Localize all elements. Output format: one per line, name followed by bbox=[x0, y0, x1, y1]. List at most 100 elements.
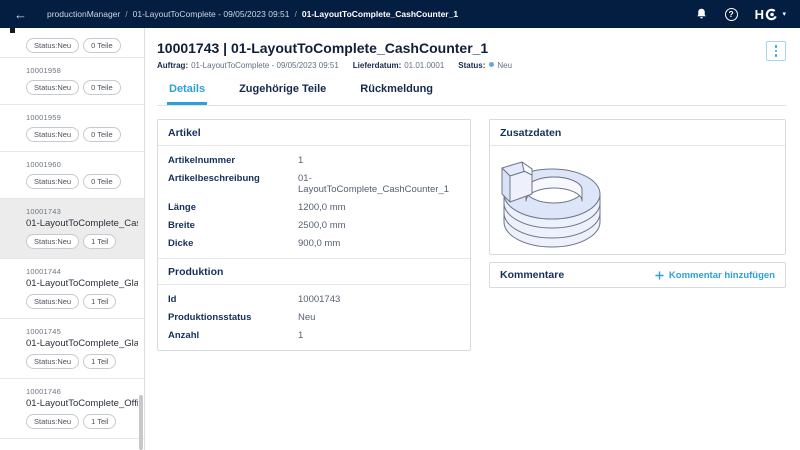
parts-badge: 0 Teile bbox=[83, 127, 121, 142]
row-label: Länge bbox=[168, 202, 298, 213]
breadcrumb: productionManager / 01-LayoutToComplete … bbox=[47, 9, 458, 19]
list-item[interactable]: 10001958 Status:Neu 0 Teile bbox=[0, 58, 144, 105]
status-badge: Status:Neu bbox=[26, 38, 79, 53]
list-item[interactable]: 10001746 01-LayoutToComplete_Offic... St… bbox=[0, 379, 144, 439]
plus-icon bbox=[655, 271, 664, 280]
list-item-partial[interactable]: Status:Neu 0 Teile bbox=[0, 28, 144, 58]
item-id: 10001959 bbox=[26, 113, 121, 122]
parts-badge: 1 Teil bbox=[83, 234, 116, 249]
status-value: Neu bbox=[497, 61, 512, 70]
status-dot-icon bbox=[489, 62, 494, 67]
parts-badge: 1 Teil bbox=[83, 294, 116, 309]
item-id: 10001958 bbox=[26, 66, 121, 75]
tab-zugehoerige-teile[interactable]: Zugehörige Teile bbox=[237, 83, 328, 105]
status-badge: Status:Neu bbox=[26, 414, 79, 429]
detail-row: Breite 2500,0 mm bbox=[158, 216, 470, 234]
page-title: 10001743 | 01-LayoutToComplete_CashCount… bbox=[157, 40, 786, 56]
parts-badge: 0 Teile bbox=[83, 80, 121, 95]
item-id: 10001746 bbox=[26, 387, 138, 396]
list-item-selected[interactable]: 10001743 01-LayoutToComplete_Cas... Stat… bbox=[0, 199, 144, 259]
zusatzdaten-card: Zusatzdaten bbox=[489, 119, 786, 255]
tab-details[interactable]: Details bbox=[167, 83, 207, 105]
breadcrumb-order[interactable]: 01-LayoutToComplete - 09/05/2023 09:51 bbox=[133, 9, 290, 19]
detail-row: Dicke 900,0 mm bbox=[158, 234, 470, 252]
row-value: 900,0 mm bbox=[298, 238, 340, 249]
list-item[interactable]: 10001745 01-LayoutToComplete_Glas... Sta… bbox=[0, 319, 144, 379]
row-label: Produktionsstatus bbox=[168, 312, 298, 323]
item-id: 10001960 bbox=[26, 160, 121, 169]
row-label: Artikelbeschreibung bbox=[168, 173, 298, 195]
row-value: 10001743 bbox=[298, 294, 340, 305]
detail-row: Artikelbeschreibung 01-LayoutToComplete_… bbox=[158, 169, 470, 198]
item-id: 10001745 bbox=[26, 327, 138, 336]
breadcrumb-current: 01-LayoutToComplete_CashCounter_1 bbox=[302, 9, 458, 19]
kebab-icon bbox=[775, 45, 777, 47]
section-title-produktion: Produktion bbox=[158, 258, 470, 285]
3d-preview-image bbox=[500, 154, 700, 249]
section-title-artikel: Artikel bbox=[158, 120, 470, 146]
parts-badge: 0 Teile bbox=[83, 38, 121, 53]
item-id: 10001743 bbox=[26, 207, 138, 216]
list-item[interactable]: 10001959 Status:Neu 0 Teile bbox=[0, 105, 144, 152]
detail-row: Artikelnummer 1 bbox=[158, 151, 470, 169]
status-badge: Status:Neu bbox=[26, 294, 79, 309]
detail-row: Id 10001743 bbox=[158, 290, 470, 308]
auftrag-label: Auftrag: bbox=[157, 61, 188, 70]
status-badge: Status:Neu bbox=[26, 354, 79, 369]
item-name: 01-LayoutToComplete_Cas... bbox=[26, 218, 138, 229]
row-label: Anzahl bbox=[168, 330, 298, 341]
row-label: Breite bbox=[168, 220, 298, 231]
chevron-down-icon: ▾ bbox=[782, 10, 786, 18]
parts-badge: 1 Teil bbox=[83, 414, 116, 429]
detail-tabs: Details Zugehörige Teile Rückmeldung bbox=[157, 83, 786, 106]
notifications-bell-icon[interactable] bbox=[695, 7, 708, 21]
row-value: 1 bbox=[298, 155, 303, 166]
status-badge: Status:Neu bbox=[26, 127, 79, 142]
status-label: Status: bbox=[458, 61, 485, 70]
status-badge: Status:Neu bbox=[26, 174, 79, 189]
account-logo-menu[interactable]: H ▾ bbox=[755, 7, 786, 22]
item-name: 01-LayoutToComplete_Glas... bbox=[26, 278, 138, 289]
status-badge: Status:Neu bbox=[26, 234, 79, 249]
list-item[interactable]: 10001960 Status:Neu 0 Teile bbox=[0, 152, 144, 199]
section-title-kommentare: Kommentare bbox=[500, 269, 564, 281]
breadcrumb-app[interactable]: productionManager bbox=[47, 9, 120, 19]
back-icon[interactable]: ← bbox=[10, 6, 31, 23]
row-value: 2500,0 mm bbox=[298, 220, 346, 231]
breadcrumb-separator: / bbox=[125, 9, 127, 19]
detail-row: Länge 1200,0 mm bbox=[158, 198, 470, 216]
top-bar: ← productionManager / 01-LayoutToComplet… bbox=[0, 0, 800, 28]
help-icon[interactable]: ? bbox=[725, 8, 738, 21]
barcode-icon bbox=[10, 28, 15, 33]
parts-badge: 1 Teil bbox=[83, 354, 116, 369]
row-label: Id bbox=[168, 294, 298, 305]
parts-badge: 0 Teile bbox=[83, 174, 121, 189]
row-label: Artikelnummer bbox=[168, 155, 298, 166]
item-name: 01-LayoutToComplete_Glas... bbox=[26, 338, 138, 349]
section-title-zusatzdaten: Zusatzdaten bbox=[490, 120, 785, 146]
tab-rueckmeldung[interactable]: Rückmeldung bbox=[358, 83, 435, 105]
kommentare-card: Kommentare Kommentar hinzufügen bbox=[489, 262, 786, 288]
order-items-sidebar: Status:Neu 0 Teile 10001958 Status:Neu 0… bbox=[0, 28, 145, 450]
row-value: 01-LayoutToComplete_CashCounter_1 bbox=[298, 173, 460, 195]
row-value: 1200,0 mm bbox=[298, 202, 346, 213]
item-id: 10001744 bbox=[26, 267, 138, 276]
kebab-icon bbox=[775, 50, 777, 52]
breadcrumb-separator: / bbox=[295, 9, 297, 19]
detail-row: Anzahl 1 bbox=[158, 326, 470, 344]
logo-h-glyph: H bbox=[755, 7, 764, 22]
order-meta: Auftrag:01-LayoutToComplete - 09/05/2023… bbox=[157, 61, 786, 70]
item-name: 01-LayoutToComplete_Offic... bbox=[26, 398, 138, 409]
add-comment-label: Kommentar hinzufügen bbox=[669, 270, 775, 281]
row-value: Neu bbox=[298, 312, 315, 323]
row-label: Dicke bbox=[168, 238, 298, 249]
detail-row: Produktionsstatus Neu bbox=[158, 308, 470, 326]
sidebar-scrollbar[interactable] bbox=[139, 395, 143, 450]
logo-c-icon bbox=[765, 8, 778, 21]
auftrag-value: 01-LayoutToComplete - 09/05/2023 09:51 bbox=[191, 61, 339, 70]
kebab-icon bbox=[775, 54, 777, 56]
add-comment-button[interactable]: Kommentar hinzufügen bbox=[655, 270, 775, 281]
list-item[interactable]: 10001744 01-LayoutToComplete_Glas... Sta… bbox=[0, 259, 144, 319]
more-actions-button[interactable] bbox=[766, 41, 786, 61]
artikel-card: Artikel Artikelnummer 1 Artikelbeschreib… bbox=[157, 119, 471, 351]
